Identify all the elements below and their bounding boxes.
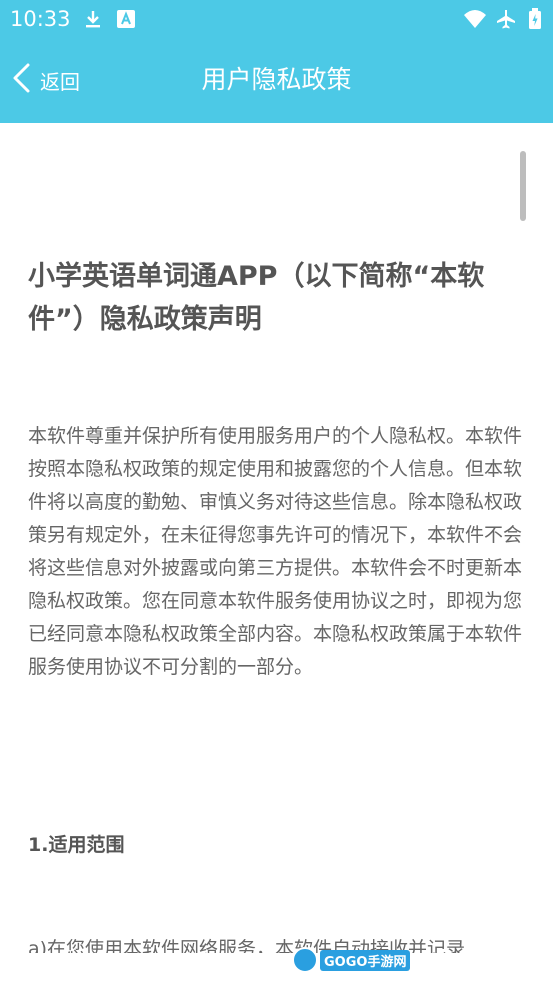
status-bar: 10:33: [0, 0, 553, 38]
section-heading: 1.适用范围: [28, 834, 125, 856]
text-a-icon: [115, 8, 137, 30]
status-time: 10:33: [10, 7, 71, 31]
bottom-strip: [0, 953, 553, 983]
watermark-logo-icon: [292, 947, 318, 973]
document-title: 小学英语单词通APP（以下简称“本软件”）隐私政策声明: [28, 261, 485, 335]
watermark: GOGO手游网: [292, 945, 411, 975]
document-paragraph: 本软件尊重并保护所有使用服务用户的个人隐私权。本软件按照本隐私权政策的规定使用和…: [28, 425, 523, 678]
scrollbar[interactable]: [520, 151, 526, 221]
back-button[interactable]: 返回: [10, 58, 100, 102]
document-line-partial: a)在您使用本软件网络服务，本软件自动接收并记录: [28, 938, 466, 953]
watermark-text: GOGO手游网: [320, 949, 411, 971]
wifi-icon: [463, 8, 486, 30]
airplane-icon: [495, 8, 517, 30]
policy-content[interactable]: 小学英语单词通APP（以下简称“本软件”）隐私政策声明 本软件尊重并保护所有使用…: [0, 123, 553, 953]
chevron-left-icon: [10, 62, 34, 98]
battery-icon: [528, 8, 542, 30]
back-label: 返回: [40, 69, 80, 94]
download-icon: [82, 8, 104, 30]
toolbar: 返回 用户隐私政策: [0, 38, 553, 123]
